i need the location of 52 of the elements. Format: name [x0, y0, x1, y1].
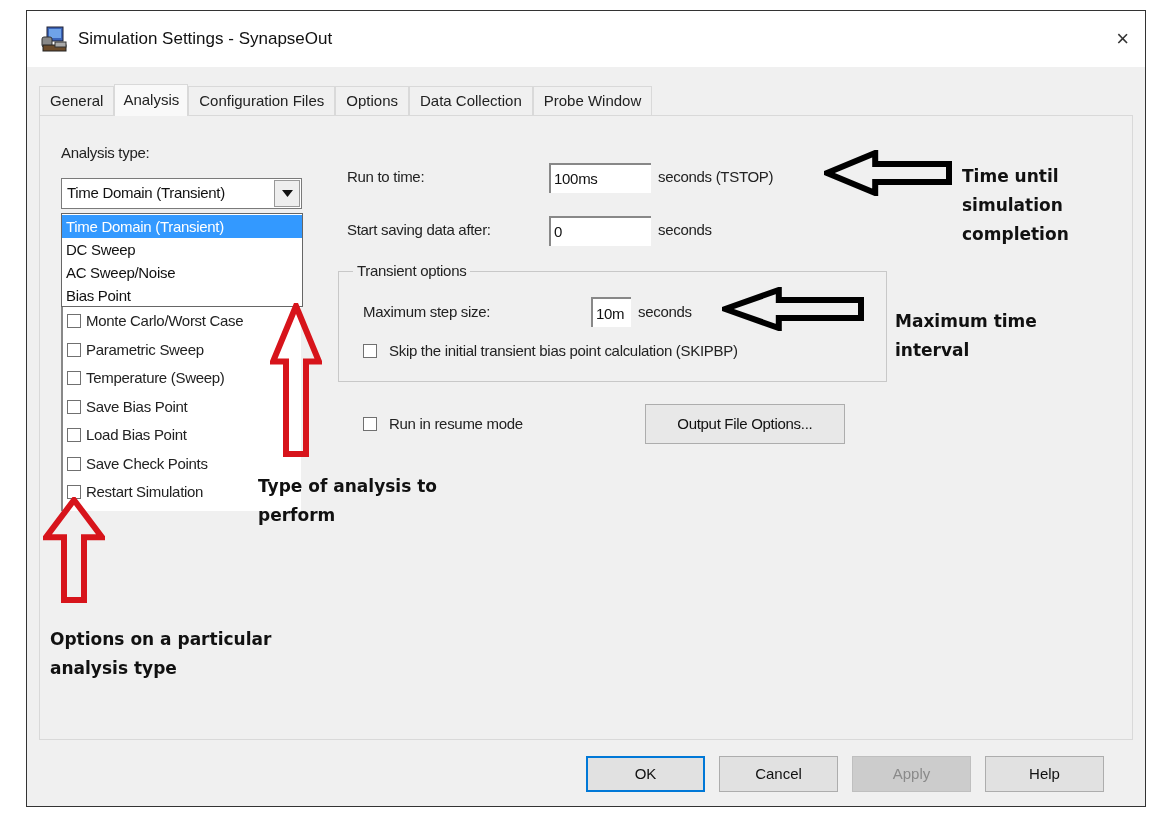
option-label[interactable]: Save Bias Point — [86, 395, 188, 418]
annotation-text: Maximum time interval — [895, 310, 1038, 362]
annotation-text: Options on a particular analysis type — [50, 628, 273, 680]
caret-down-icon — [281, 189, 293, 197]
dialog-button[interactable]: OK — [586, 756, 705, 792]
checkbox[interactable] — [363, 343, 377, 358]
field-label: Maximum step size: — [363, 301, 492, 322]
analysis-type-combobox[interactable]: Time Domain (Transient) — [61, 177, 302, 209]
output-file-options-button[interactable]: Output File Options... — [644, 404, 845, 444]
checkbox-label[interactable]: Run in resume mode — [389, 412, 523, 436]
option-label[interactable]: Save Check Points — [86, 452, 208, 475]
dropdown-button[interactable] — [274, 179, 300, 207]
dialog-button[interactable]: Cancel — [719, 756, 838, 792]
checkbox[interactable] — [67, 485, 81, 500]
tab[interactable]: Probe Window — [532, 86, 653, 115]
checkbox[interactable] — [363, 417, 377, 431]
option-label[interactable]: Temperature (Sweep) — [86, 367, 225, 390]
app-icon — [40, 25, 68, 53]
checkbox-label[interactable]: Skip the initial transient bias point calculation (SKIPBP) — [389, 339, 738, 362]
option-label[interactable]: Monte Carlo/Worst Case — [86, 310, 244, 333]
checkbox[interactable] — [67, 456, 81, 471]
tab[interactable]: Analysis — [114, 84, 189, 116]
tab[interactable]: Data Collection — [409, 86, 533, 115]
tab[interactable]: Options — [335, 86, 409, 115]
checkbox[interactable] — [67, 371, 81, 386]
option-label[interactable]: Parametric Sweep — [86, 338, 204, 361]
dropdown-option[interactable]: DC Sweep — [62, 238, 302, 261]
dropdown-option[interactable]: AC Sweep/Noise — [62, 261, 302, 284]
input-field[interactable]: 10m — [591, 297, 631, 327]
option-label[interactable]: Load Bias Point — [86, 424, 187, 447]
annotation-text: Time until simulation completion — [962, 165, 1070, 246]
dropdown-option[interactable]: Bias Point — [62, 284, 302, 307]
unit-label: seconds — [658, 220, 712, 241]
checkbox[interactable] — [67, 399, 81, 414]
dialog-button[interactable]: Help — [985, 756, 1104, 792]
window-title: Simulation Settings - SynapseOut — [78, 28, 333, 51]
input-field[interactable]: 100ms — [549, 162, 651, 193]
checkbox[interactable] — [67, 342, 81, 357]
input-field[interactable]: 0 — [549, 215, 651, 246]
group-title: Transient options — [356, 261, 468, 281]
checkbox[interactable] — [67, 428, 81, 443]
unit-label: seconds (TSTOP) — [658, 167, 774, 188]
field-label: Analysis type: — [61, 143, 151, 163]
option-label[interactable]: Restart Simulation — [86, 481, 204, 504]
close-button[interactable]: × — [1116, 28, 1129, 50]
field-label: Run to time: — [347, 167, 426, 188]
tab[interactable]: General — [39, 86, 115, 115]
field-label: Start saving data after: — [347, 220, 492, 241]
unit-label: seconds — [638, 301, 692, 322]
checkbox[interactable] — [67, 314, 81, 329]
annotation-text: Type of analysis to perform — [258, 475, 438, 527]
tab[interactable]: Configuration Files — [188, 86, 336, 115]
